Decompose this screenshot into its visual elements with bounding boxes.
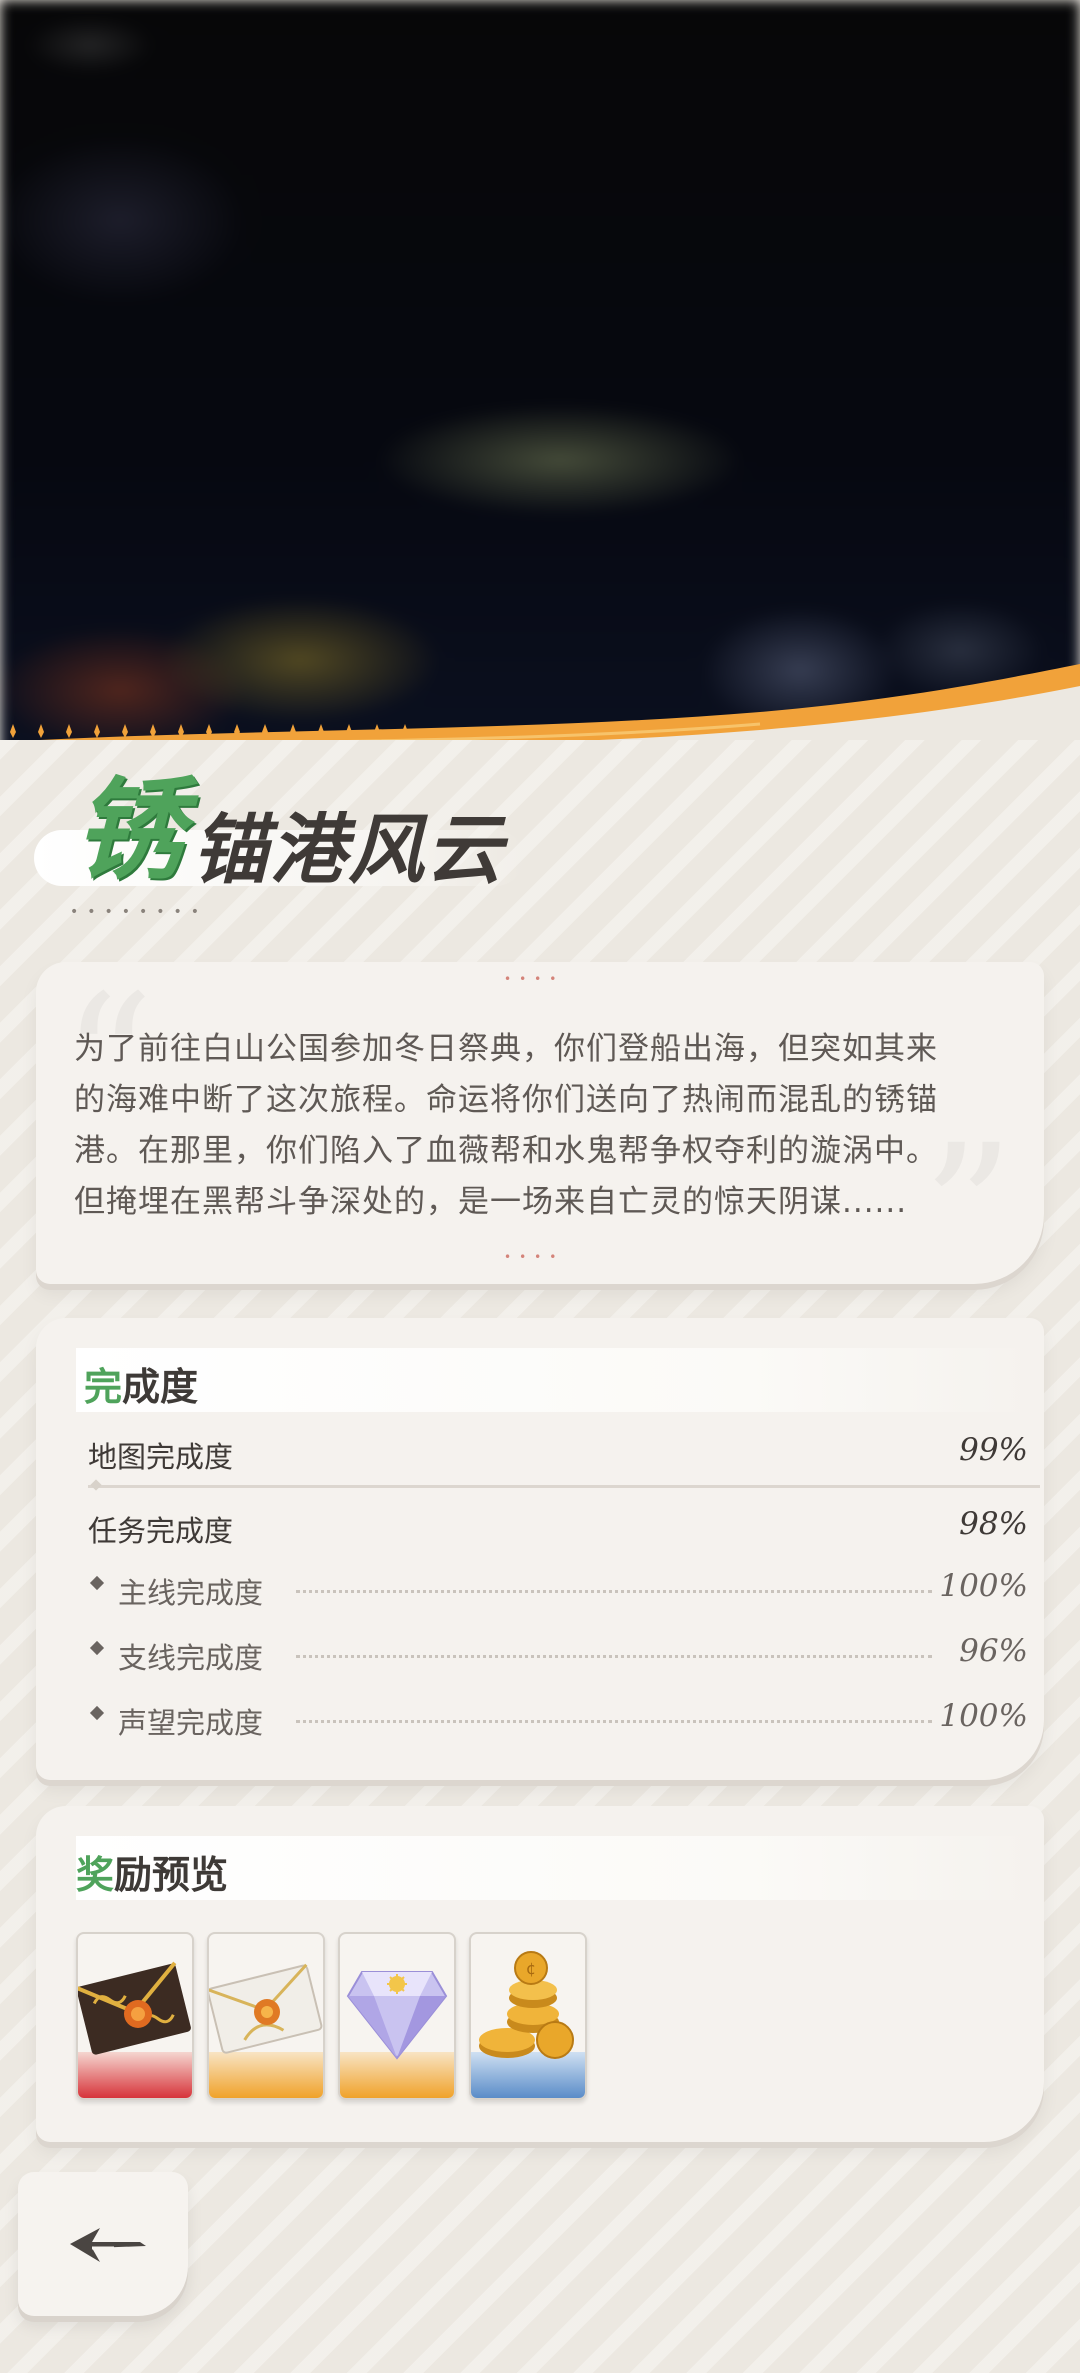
red-envelope-icon <box>78 1961 191 2055</box>
back-button[interactable] <box>18 2172 188 2316</box>
description-line: 港。在那里，你们陷入了血薇帮和水鬼帮争权夺利的漩涡中。 <box>74 1133 938 1169</box>
description-text: 为了前往白山公国参加冬日祭典，你们登船出海，但突如其来 的海难中断了这次旅程。命… <box>74 1024 1014 1228</box>
bottom-dots-ornament: •••• <box>504 1250 565 1264</box>
quest-completion-value: 98% <box>959 1506 1028 1542</box>
quest-completion-row: 任务完成度 98% <box>88 1502 1028 1552</box>
section-header-bar <box>76 1348 1036 1412</box>
completion-title-accent: 完 <box>84 1365 123 1409</box>
rewards-title: 奖励预览 <box>76 1844 228 1899</box>
title-rest: 锚港风云 <box>192 805 504 894</box>
main-quest-label: 主线完成度 <box>118 1576 264 1610</box>
description-line: 的海难中断了这次旅程。命运将你们送向了热闹而混乱的锈锚 <box>74 1082 938 1118</box>
diamond-bullet-icon <box>89 1640 105 1656</box>
reward-item[interactable] <box>207 1932 325 2100</box>
completion-title: 完成度 <box>84 1356 198 1411</box>
completion-card: 完成度 地图完成度 99% 任务完成度 98% 主线完成度 100% 支线完成度… <box>36 1318 1044 1780</box>
rewards-title-accent: 奖 <box>76 1853 115 1897</box>
side-quest-completion-row: 支线完成度 96% <box>88 1629 1028 1679</box>
reputation-completion-row: 声望完成度 100% <box>88 1694 1028 1744</box>
quest-completion-label: 任务完成度 <box>88 1514 234 1548</box>
map-completion-value: 99% <box>959 1432 1028 1468</box>
title-first-char: 锈 <box>74 765 184 894</box>
sealed-letter-icon <box>209 1963 323 2054</box>
side-quest-label: 支线完成度 <box>118 1641 264 1675</box>
reward-item[interactable]: ¢ <box>469 1932 587 2100</box>
map-completion-label: 地图完成度 <box>88 1440 234 1474</box>
dotted-leader <box>296 1590 932 1593</box>
reputation-label: 声望完成度 <box>118 1706 264 1740</box>
reputation-value: 100% <box>939 1698 1028 1734</box>
rewards-card: 奖励预览 ¢ <box>36 1806 1044 2142</box>
main-quest-completion-row: 主线完成度 100% <box>88 1564 1028 1614</box>
blurred-scene-background <box>0 0 1080 760</box>
description-line: 但掩埋在黑帮斗争深处的，是一场来自亡灵的惊天阴谋...... <box>74 1184 908 1220</box>
stage-title: 锈 锚港风云 <box>34 770 554 910</box>
rewards-title-rest: 励预览 <box>114 1853 229 1897</box>
diamond-bullet-icon <box>89 1575 105 1591</box>
dotted-leader <box>296 1720 932 1723</box>
diamond-bullet-icon <box>89 1705 105 1721</box>
row-divider <box>88 1485 1040 1488</box>
description-card: “ ” •••• 为了前往白山公国参加冬日祭典，你们登船出海，但突如其来 的海难… <box>36 962 1044 1302</box>
diamond-icon <box>346 1971 448 2060</box>
dotted-leader <box>296 1655 932 1658</box>
back-arrow-icon <box>70 2228 146 2262</box>
reward-item[interactable] <box>76 1932 194 2100</box>
title-dots-ornament: •••••••• <box>70 904 209 920</box>
completion-title-rest: 成度 <box>122 1365 199 1409</box>
map-completion-row: 地图完成度 99% <box>88 1428 1028 1478</box>
main-quest-value: 100% <box>939 1568 1028 1604</box>
side-quest-value: 96% <box>959 1633 1028 1669</box>
top-dots-ornament: •••• <box>504 972 565 986</box>
gold-coins-icon: ¢ <box>479 1951 574 2059</box>
svg-text:¢: ¢ <box>526 1959 536 1978</box>
reward-item[interactable] <box>338 1932 456 2100</box>
description-line: 为了前往白山公国参加冬日祭典，你们登船出海，但突如其来 <box>74 1031 938 1067</box>
